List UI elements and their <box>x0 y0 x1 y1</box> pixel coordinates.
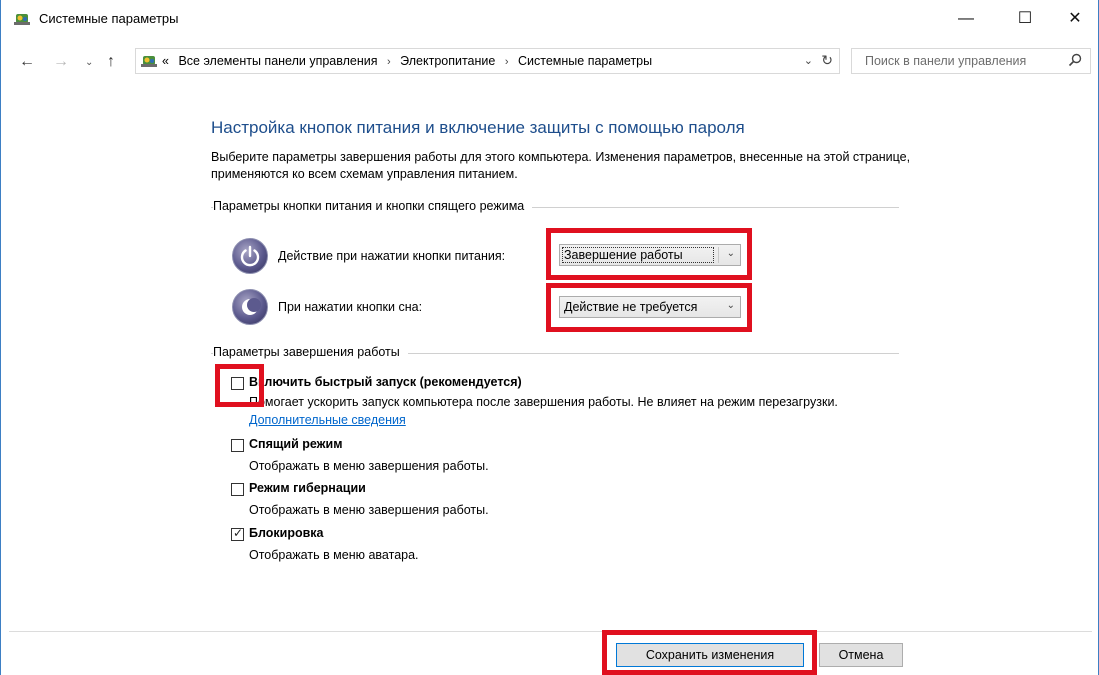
breadcrumb: « Все элементы панели управления › Элект… <box>162 54 652 68</box>
control-panel-icon <box>141 56 157 67</box>
page-description: Выберите параметры завершения работы для… <box>211 150 911 181</box>
recent-locations-chevron-icon[interactable]: ⌄ <box>85 57 93 68</box>
highlight-box <box>546 283 752 332</box>
highlight-box <box>602 630 817 675</box>
cancel-button[interactable]: Отмена <box>819 643 903 667</box>
hibernate-checkbox[interactable] <box>231 483 244 496</box>
navigation-bar: ← → ⌄ ↑ « Все элементы панели управления… <box>1 44 1098 84</box>
sleep-option-desc: Отображать в меню завершения работы. <box>249 459 489 473</box>
breadcrumb-item-system-settings[interactable]: Системные параметры <box>518 54 652 68</box>
window: Системные параметры — ☐ ✕ ← → ⌄ ↑ « Все … <box>0 0 1099 675</box>
breadcrumb-overflow[interactable]: « <box>162 54 169 68</box>
search-icon[interactable] <box>1068 53 1082 67</box>
breadcrumb-item-all-items[interactable]: Все элементы панели управления <box>178 54 377 68</box>
lock-option-desc: Отображать в меню аватара. <box>249 548 419 562</box>
sleep-checkbox[interactable] <box>231 439 244 452</box>
sleep-moon-icon <box>232 289 268 325</box>
maximize-button[interactable]: ☐ <box>1002 0 1048 37</box>
close-button[interactable]: ✕ <box>1052 0 1098 37</box>
refresh-icon[interactable]: ↻ <box>821 52 833 69</box>
address-dropdown-icon[interactable]: ⌄ <box>804 54 813 67</box>
up-arrow-icon[interactable]: ↑ <box>107 53 115 71</box>
page-title: Настройка кнопок питания и включение защ… <box>211 118 745 137</box>
search-input[interactable]: Поиск в панели управления <box>851 48 1091 74</box>
control-panel-icon <box>14 14 30 25</box>
fast-startup-desc: Помогает ускорить запуск компьютера посл… <box>249 393 849 429</box>
fast-startup-title: Включить быстрый запуск (рекомендуется) <box>249 375 522 389</box>
power-button-label: Действие при нажатии кнопки питания: <box>278 249 506 263</box>
power-group-label: Параметры кнопки питания и кнопки спящег… <box>213 199 533 213</box>
power-icon <box>232 238 268 274</box>
hibernate-option-title: Режим гибернации <box>249 481 366 495</box>
breadcrumb-item-power[interactable]: Электропитание <box>400 54 495 68</box>
window-title: Системные параметры <box>39 11 179 26</box>
forward-arrow-icon[interactable]: → <box>53 53 69 71</box>
sleep-option-title: Спящий режим <box>249 437 343 451</box>
sleep-button-label: При нажатии кнопки сна: <box>278 300 423 314</box>
lock-option-title: Блокировка <box>249 526 324 540</box>
more-info-link[interactable]: Дополнительные сведения <box>249 413 406 427</box>
address-bar[interactable]: « Все элементы панели управления › Элект… <box>135 48 840 74</box>
checkmark-icon: ✓ <box>233 526 244 540</box>
highlight-box <box>546 228 752 280</box>
back-arrow-icon[interactable]: ← <box>19 53 35 71</box>
search-placeholder: Поиск в панели управления <box>865 54 1027 68</box>
highlight-box <box>215 364 264 407</box>
lock-checkbox[interactable]: ✓ <box>231 526 244 541</box>
shutdown-group-label: Параметры завершения работы <box>213 345 408 359</box>
fast-startup-desc-text: Помогает ускорить запуск компьютера посл… <box>249 395 838 409</box>
hibernate-option-desc: Отображать в меню завершения работы. <box>249 503 489 517</box>
title-bar: Системные параметры — ☐ ✕ <box>1 0 1098 37</box>
breadcrumb-separator-icon[interactable]: › <box>387 56 391 68</box>
breadcrumb-separator-icon[interactable]: › <box>505 56 509 68</box>
minimize-button[interactable]: — <box>943 0 989 37</box>
